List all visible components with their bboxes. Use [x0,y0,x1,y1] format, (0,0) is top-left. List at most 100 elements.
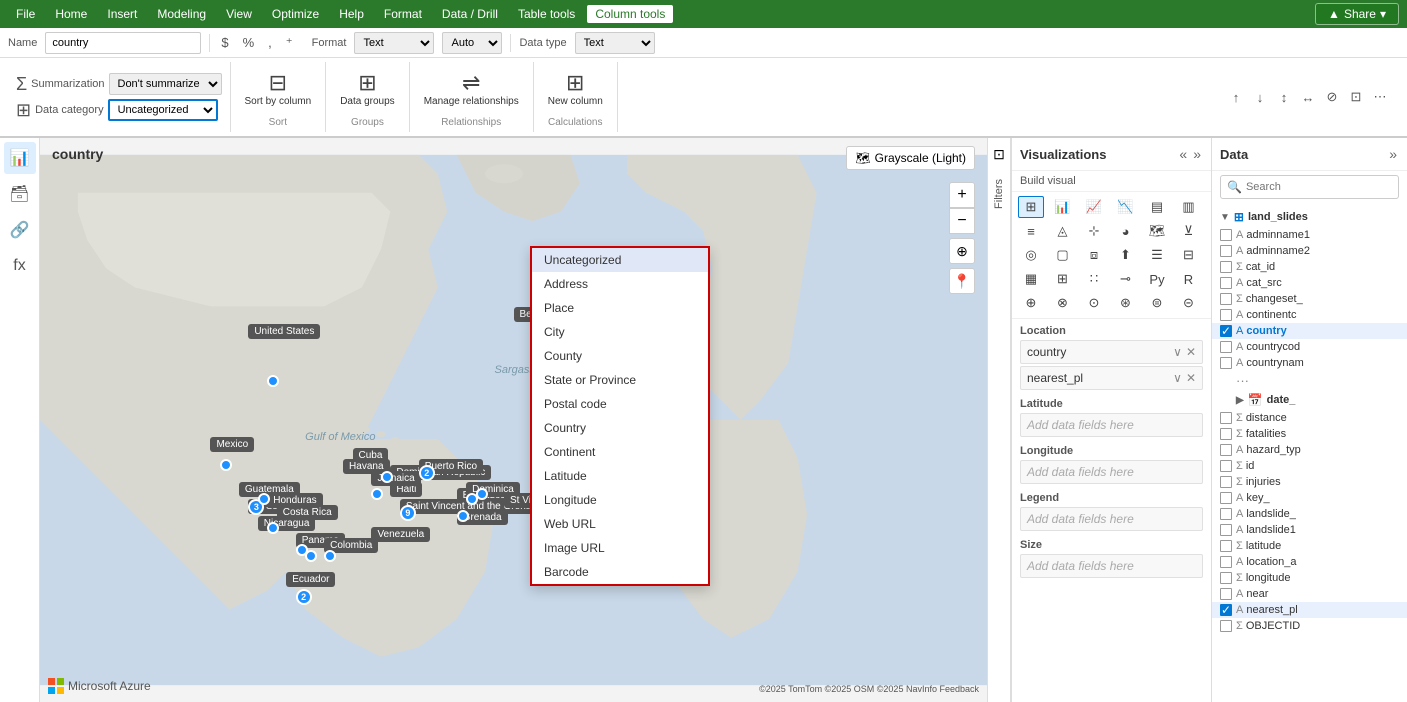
viz-icon-area2[interactable]: ◬ [1050,220,1076,242]
data-category-select[interactable]: Uncategorized [108,99,218,121]
dataset-group-header[interactable]: ▼ ⊞ land_slides [1212,207,1407,227]
dropdown-item-city[interactable]: City [532,320,708,344]
viz-icon-card[interactable]: ▢ [1050,244,1076,266]
field-countrynam[interactable]: A countrynam [1212,355,1407,371]
cb-changeset[interactable] [1220,293,1232,305]
cb-id[interactable] [1220,460,1232,472]
latitude-empty[interactable]: Add data fields here [1020,413,1203,437]
toolbar-icon-3[interactable]: ↕ [1273,86,1295,108]
field-cat-id[interactable]: Σ cat_id [1212,259,1407,275]
data-panel-expand[interactable]: » [1387,144,1399,164]
toolbar-icon-1[interactable]: ↑ [1225,86,1247,108]
toolbar-icon-4[interactable]: ↔ [1297,86,1319,108]
viz-icon-ai5[interactable]: ⊜ [1144,292,1170,314]
viz-icon-slicer[interactable]: ☰ [1144,244,1170,266]
menu-format[interactable]: Format [376,5,430,23]
dropdown-item-place[interactable]: Place [532,296,708,320]
field-country[interactable]: ✓ A country [1212,323,1407,339]
cb-countrycod[interactable] [1220,341,1232,353]
cb-cat-src[interactable] [1220,277,1232,289]
dropdown-item-continent[interactable]: Continent [532,440,708,464]
cb-landslide1[interactable] [1220,524,1232,536]
location-item-1-remove[interactable]: ✕ [1186,345,1196,359]
viz-icon-waterfall[interactable]: ⊞ [1050,268,1076,290]
viz-icon-table[interactable]: ⊞ [1018,196,1044,218]
cb-landslide[interactable] [1220,508,1232,520]
viz-icon-kpi[interactable]: ⬆ [1113,244,1139,266]
field-landslide[interactable]: A landslide_ [1212,506,1407,522]
viz-icon-map[interactable]: 🗺 [1144,220,1170,242]
field-hazard-typ[interactable]: A hazard_typ [1212,442,1407,458]
location-item-2[interactable]: nearest_pl ∨ ✕ [1020,366,1203,390]
viz-icon-area[interactable]: 📉 [1113,196,1139,218]
dropdown-item-weburl[interactable]: Web URL [532,512,708,536]
field-continentc[interactable]: A continentc [1212,307,1407,323]
cb-adminname2[interactable] [1220,245,1232,257]
menu-home[interactable]: Home [47,5,95,23]
viz-panel-expand[interactable]: » [1191,144,1203,164]
dropdown-item-longitude[interactable]: Longitude [532,488,708,512]
auto-select[interactable]: Auto [442,32,502,54]
menu-help[interactable]: Help [331,5,372,23]
field-fatalities[interactable]: Σ fatalities [1212,426,1407,442]
viz-icon-word[interactable]: Py [1144,268,1170,290]
dropdown-item-postal[interactable]: Postal code [532,392,708,416]
toolbar-icon-6[interactable]: ⊡ [1345,86,1367,108]
viz-icon-ribbon[interactable]: ⊸ [1113,268,1139,290]
date-group-header[interactable]: ▶ 📅 date_ [1212,390,1407,410]
cb-objectid[interactable] [1220,620,1232,632]
viz-icon-scatter[interactable]: ⊹ [1081,220,1107,242]
viz-icon-bar[interactable]: 📊 [1050,196,1076,218]
cb-hazard-typ[interactable] [1220,444,1232,456]
dropdown-item-county[interactable]: County [532,344,708,368]
viz-icon-ai6[interactable]: ⊝ [1176,292,1202,314]
data-type-select[interactable]: Text [575,32,655,54]
cb-longitude[interactable] [1220,572,1232,584]
cb-near[interactable] [1220,588,1232,600]
field-landslide1[interactable]: A landslide1 [1212,522,1407,538]
summarization-select[interactable]: Don't summarize [109,73,222,95]
viz-icon-funnel[interactable]: ⊻ [1176,220,1202,242]
cb-injuries[interactable] [1220,476,1232,488]
field-countrycod[interactable]: A countrycod [1212,339,1407,355]
cb-latitude[interactable] [1220,540,1232,552]
menu-modeling[interactable]: Modeling [149,5,214,23]
location-item-2-chevron[interactable]: ∨ [1173,371,1182,385]
cb-nearest-pl[interactable]: ✓ [1220,604,1232,616]
viz-icon-scatter2[interactable]: ∷ [1081,268,1107,290]
field-adminname1[interactable]: A adminname1 [1212,227,1407,243]
viz-icon-line[interactable]: 📈 [1081,196,1107,218]
location-item-1-chevron[interactable]: ∨ [1173,345,1182,359]
format-select[interactable]: Text [354,32,434,54]
location-btn[interactable]: ⊕ [949,238,975,264]
left-sidebar-model[interactable]: 🔗 [4,214,36,246]
share-button[interactable]: ▲ Share ▾ [1315,3,1399,25]
dropdown-item-imageurl[interactable]: Image URL [532,536,708,560]
viz-icon-multi-card[interactable]: ⧈ [1081,244,1107,266]
toolbar-icon-2[interactable]: ↓ [1249,86,1271,108]
dropdown-item-address[interactable]: Address [532,272,708,296]
left-sidebar-data[interactable]: 🗃 [4,178,36,210]
cb-countrynam[interactable] [1220,357,1232,369]
cb-distance[interactable] [1220,412,1232,424]
data-groups-btn[interactable]: ⊞ Data groups [336,66,398,112]
format-currency-icon[interactable]: $ [218,33,231,52]
viz-icon-stacked-bar[interactable]: ▤ [1144,196,1170,218]
format-percent-icon[interactable]: % [240,33,258,52]
location-item-2-remove[interactable]: ✕ [1186,371,1196,385]
filters-icon[interactable]: ⊡ [993,146,1005,163]
viz-icon-r[interactable]: R [1176,268,1202,290]
size-empty[interactable]: Add data fields here [1020,554,1203,578]
dropdown-item-country[interactable]: Country [532,416,708,440]
format-comma-icon[interactable]: , [265,33,275,52]
toolbar-icon-5[interactable]: ⊘ [1321,86,1343,108]
menu-file[interactable]: File [8,5,43,23]
map-overlay-btn[interactable]: 🗺 Grayscale (Light) [846,146,975,170]
viz-icon-ai2[interactable]: ⊗ [1050,292,1076,314]
field-cat-src[interactable]: A cat_src [1212,275,1407,291]
left-sidebar-report[interactable]: 📊 [4,142,36,174]
longitude-empty[interactable]: Add data fields here [1020,460,1203,484]
search-input[interactable] [1246,181,1392,193]
viz-icon-ai4[interactable]: ⊛ [1113,292,1139,314]
sort-by-column-btn[interactable]: ⊟ Sort by column [241,66,316,112]
